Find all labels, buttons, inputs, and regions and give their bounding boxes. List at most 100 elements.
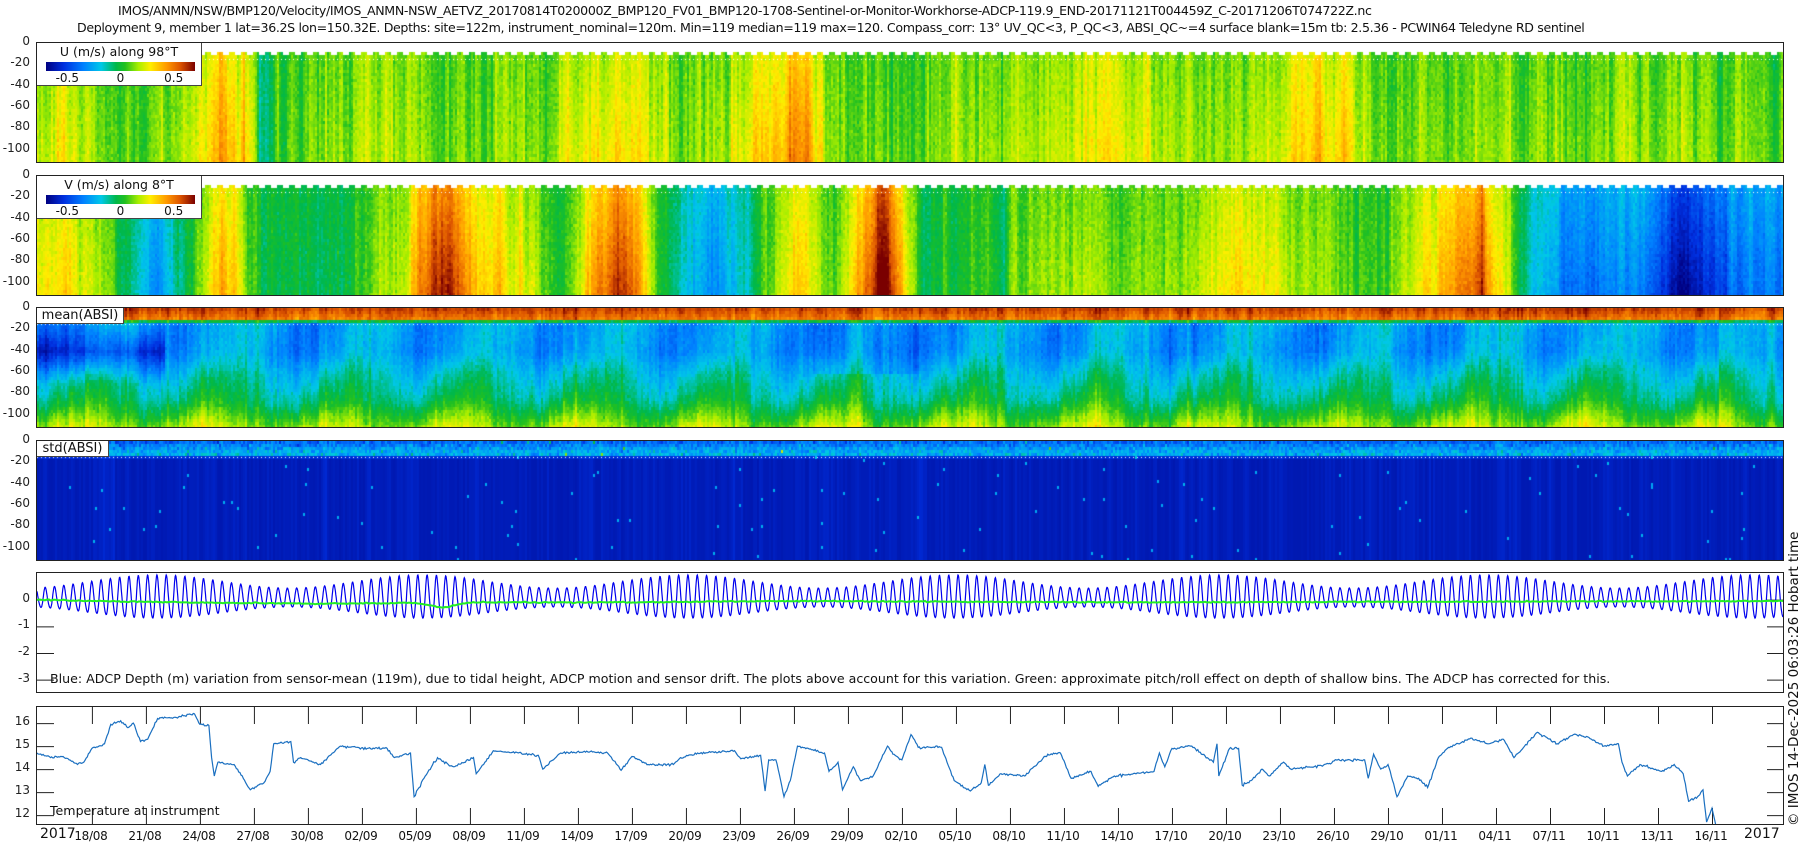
legend-title: mean(ABSI) <box>41 308 119 323</box>
x-tick-label: 14/09 <box>560 829 594 843</box>
x-tick-label: 17/09 <box>614 829 648 843</box>
y-tick-label: -60 <box>10 363 30 377</box>
x-tick-label: 29/09 <box>830 829 864 843</box>
x-tick-label: 16/11 <box>1694 829 1728 843</box>
x-tick-label: 17/10 <box>1154 829 1188 843</box>
y-tick-label: -80 <box>10 384 30 399</box>
colorbar-tick-label: 0.5 <box>164 204 184 218</box>
legend-v: V (m/s) along 8°T -0.5 0 0.5 <box>37 176 202 219</box>
plot-temperature <box>37 707 1783 824</box>
y-tick-label: -20 <box>10 188 30 203</box>
legend-title: std(ABSI) <box>42 441 103 456</box>
y-tick-label: -20 <box>10 55 30 70</box>
y-tick-label: 0 <box>22 432 30 446</box>
x-tick-label: 21/08 <box>128 829 162 843</box>
legend-title: V (m/s) along 8°T <box>64 177 174 192</box>
x-tick-label: 05/09 <box>398 829 432 843</box>
y-tick-label: -20 <box>10 320 30 335</box>
panel-v: V (m/s) along 8°T -0.5 0 0.5 <box>36 175 1784 296</box>
y-tick-label: -60 <box>10 231 30 245</box>
y-tick-label: -40 <box>10 209 30 224</box>
heatmap-mean_absi <box>37 308 1783 427</box>
figure-title-line2: Deployment 9, member 1 lat=36.2S lon=150… <box>77 20 1585 35</box>
x-tick-label: 24/08 <box>182 829 216 843</box>
x-tick-label: 26/09 <box>776 829 810 843</box>
x-tick-label: 26/10 <box>1316 829 1350 843</box>
y-tick-label: -40 <box>10 474 30 489</box>
y-tick-label: -80 <box>10 119 30 134</box>
y-tick-label: 14 <box>14 760 30 775</box>
heatmap-u <box>37 43 1783 162</box>
series-line-temperature-0 <box>37 712 1717 824</box>
heatmap-std_absi <box>37 441 1783 560</box>
x-tick-label: 20/10 <box>1208 829 1242 843</box>
panel-depth_variation: Blue: ADCP Depth (m) variation from sens… <box>36 572 1784 693</box>
y-tick-label: -80 <box>10 517 30 532</box>
x-tick-label: 10/11 <box>1586 829 1620 843</box>
y-tick-label: -60 <box>10 98 30 112</box>
series-line-depth_variation-0 <box>37 573 1783 620</box>
legend-mean_absi: mean(ABSI) <box>37 308 124 324</box>
year-label-right: 2017 <box>1744 826 1780 842</box>
y-tick-label: -40 <box>10 341 30 356</box>
y-tick-label: 15 <box>14 737 30 752</box>
x-tick-label: 14/10 <box>1100 829 1134 843</box>
y-tick-label: -100 <box>2 273 30 288</box>
colorbar-tick-label: 0.5 <box>164 71 184 85</box>
x-tick-label: 11/09 <box>506 829 540 843</box>
figure-title-line1: IMOS/ANMN/NSW/BMP120/Velocity/IMOS_ANMN-… <box>118 3 1372 18</box>
y-tick-label: -100 <box>2 538 30 553</box>
panel-u: U (m/s) along 98°T -0.5 0 0.5 <box>36 42 1784 163</box>
x-tick-label: 27/08 <box>236 829 270 843</box>
caption-depth_variation: Blue: ADCP Depth (m) variation from sens… <box>50 671 1611 686</box>
x-tick-label: 11/10 <box>1046 829 1080 843</box>
x-tick-label: 18/08 <box>74 829 108 843</box>
y-tick-label: 16 <box>14 714 30 729</box>
colorbar <box>46 62 195 71</box>
y-tick-label: -80 <box>10 252 30 267</box>
legend-u: U (m/s) along 98°T -0.5 0 0.5 <box>37 43 202 86</box>
x-tick-label: 23/10 <box>1262 829 1296 843</box>
y-tick-label: -100 <box>2 140 30 155</box>
y-tick-label: 0 <box>22 299 30 313</box>
x-tick-label: 08/09 <box>452 829 486 843</box>
x-tick-label: 08/10 <box>992 829 1026 843</box>
x-tick-label: 07/11 <box>1532 829 1566 843</box>
y-tick-label: 12 <box>14 806 30 821</box>
legend-title: U (m/s) along 98°T <box>59 44 179 59</box>
x-tick-label: 30/08 <box>290 829 324 843</box>
y-tick-label: -60 <box>10 496 30 510</box>
colorbar-tick-label: -0.5 <box>55 71 79 85</box>
colorbar-tick-label: -0.5 <box>55 204 79 218</box>
x-tick-label: 29/10 <box>1370 829 1404 843</box>
y-tick-label: -2 <box>18 644 30 658</box>
y-tick-label: -1 <box>18 617 30 632</box>
timestamp-label: © IMOS 14-Dec-2025 06:03:26 Hobart time <box>1786 531 1800 826</box>
x-tick-label: 02/10 <box>884 829 918 843</box>
y-tick-label: 0 <box>22 167 30 181</box>
colorbar-tick-label: 0 <box>116 71 125 85</box>
colorbar-tick-label: 0 <box>116 204 125 218</box>
x-tick-label: 01/11 <box>1424 829 1458 843</box>
y-tick-label: 13 <box>14 783 30 798</box>
x-tick-label: 20/09 <box>668 829 702 843</box>
year-label-left: 2017 <box>40 826 76 842</box>
x-tick-label: 13/11 <box>1640 829 1674 843</box>
y-tick-label: -20 <box>10 453 30 468</box>
x-tick-label: 02/09 <box>344 829 378 843</box>
colorbar <box>46 195 195 204</box>
x-tick-label: 04/11 <box>1478 829 1512 843</box>
caption-temperature: Temperature at instrument <box>50 803 220 818</box>
panel-temperature: Temperature at instrument <box>36 706 1784 825</box>
heatmap-v <box>37 176 1783 295</box>
y-tick-label: 0 <box>22 34 30 48</box>
legend-std_absi: std(ABSI) <box>37 441 109 457</box>
x-tick-label: 05/10 <box>938 829 972 843</box>
y-tick-label: 0 <box>22 590 30 605</box>
y-tick-label: -100 <box>2 405 30 420</box>
y-tick-label: -3 <box>18 670 30 685</box>
panel-std_absi: std(ABSI) <box>36 440 1784 561</box>
y-tick-label: -40 <box>10 76 30 91</box>
panel-mean_absi: mean(ABSI) <box>36 307 1784 428</box>
x-tick-label: 23/09 <box>722 829 756 843</box>
